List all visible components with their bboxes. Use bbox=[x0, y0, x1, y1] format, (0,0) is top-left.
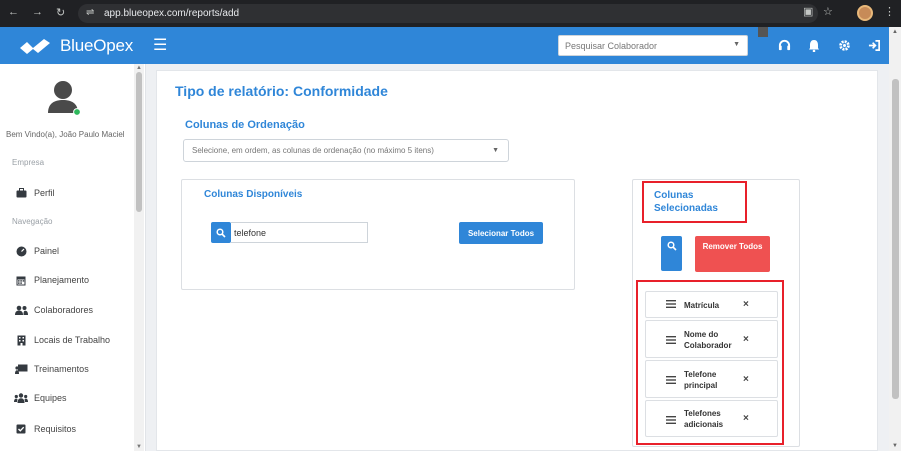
logo-icon bbox=[20, 39, 50, 54]
available-columns-title: Colunas Disponíveis bbox=[204, 189, 303, 200]
browser-toolbar: ← → ↻ ⇌ app.blueopex.com/reports/add ▣ ☆… bbox=[0, 0, 901, 27]
drag-handle-icon[interactable] bbox=[666, 376, 676, 386]
sidebar-item-treinamentos[interactable]: Treinamentos bbox=[14, 361, 89, 377]
selected-column-label: Matrícula bbox=[684, 301, 720, 310]
chevron-down-icon: ▼ bbox=[733, 41, 740, 48]
url-text: app.blueopex.com/reports/add bbox=[104, 8, 240, 19]
sidebar-item-equipes[interactable]: Equipes bbox=[14, 390, 67, 406]
selected-column-item[interactable]: Nome do Colaborador × bbox=[645, 320, 778, 358]
menu-toggle-icon[interactable]: ☰ bbox=[153, 35, 167, 55]
chalkboard-icon bbox=[14, 363, 28, 375]
install-app-icon[interactable]: ▣ bbox=[803, 5, 813, 18]
employee-search-select[interactable]: Pesquisar Colaborador ▼ bbox=[558, 35, 748, 56]
sidebar-item-label: Equipes bbox=[34, 393, 67, 403]
close-icon[interactable]: × bbox=[743, 334, 749, 345]
employee-search-placeholder: Pesquisar Colaborador bbox=[565, 41, 658, 51]
site-info-icon[interactable]: ⇌ bbox=[86, 7, 94, 18]
close-icon[interactable]: × bbox=[743, 413, 749, 424]
sidebar-item-requisitos[interactable]: Requisitos bbox=[14, 421, 76, 437]
logout-icon[interactable] bbox=[866, 37, 882, 53]
chevron-down-icon: ▼ bbox=[492, 147, 499, 154]
back-icon[interactable]: ← bbox=[8, 6, 19, 18]
sidebar-item-colaboradores[interactable]: Colaboradores bbox=[14, 302, 93, 318]
browser-menu-icon[interactable]: ⋮ bbox=[884, 5, 895, 18]
section-label-company: Empresa bbox=[12, 158, 45, 167]
select-all-button[interactable]: Selecionar Todos bbox=[459, 222, 543, 244]
close-icon[interactable]: × bbox=[743, 299, 749, 310]
close-icon[interactable]: × bbox=[743, 374, 749, 385]
selected-column-label: Nome do Colaborador bbox=[684, 330, 732, 350]
calendar-icon bbox=[14, 274, 28, 286]
ordering-section-title: Colunas de Ordenação bbox=[185, 119, 305, 131]
selected-column-label: Telefone principal bbox=[684, 370, 718, 390]
selected-column-label: Telefones adicionais bbox=[684, 409, 724, 429]
selected-columns-title: Colunas Selecionadas bbox=[654, 190, 718, 214]
drag-handle-icon[interactable] bbox=[666, 336, 676, 346]
sidebar-item-painel[interactable]: Painel bbox=[14, 243, 59, 259]
sidebar-scrollbar[interactable]: ▲ ▼ bbox=[134, 64, 144, 451]
selected-column-item[interactable]: Telefones adicionais × bbox=[645, 400, 778, 437]
scroll-up-icon[interactable]: ▲ bbox=[136, 65, 142, 71]
scroll-down-icon[interactable]: ▼ bbox=[892, 443, 898, 449]
sidebar-scroll-thumb[interactable] bbox=[136, 72, 142, 212]
brand-name: BlueOpex bbox=[60, 36, 134, 55]
ordering-columns-select[interactable]: Selecione, em ordem, as colunas de orden… bbox=[183, 139, 509, 162]
reload-icon[interactable]: ↻ bbox=[56, 6, 65, 19]
search-icon[interactable] bbox=[211, 222, 231, 243]
page-scrollbar[interactable]: ▲ ▼ bbox=[889, 27, 901, 451]
briefcase-icon bbox=[14, 187, 28, 199]
drag-handle-icon[interactable] bbox=[666, 300, 676, 310]
selected-column-item[interactable]: Matrícula × bbox=[645, 291, 778, 318]
dashboard-icon bbox=[14, 245, 28, 257]
section-label-navigation: Navegação bbox=[12, 217, 53, 226]
app-header: BlueOpex ☰ Pesquisar Colaborador ▼ bbox=[0, 27, 889, 64]
building-icon bbox=[14, 334, 28, 346]
page-title: Tipo de relatório: Conformidade bbox=[175, 83, 388, 99]
address-bar[interactable]: ⇌ app.blueopex.com/reports/add bbox=[78, 4, 818, 23]
user-avatar-icon bbox=[48, 81, 81, 116]
sidebar-item-label: Colaboradores bbox=[34, 305, 94, 315]
available-columns-search-input[interactable] bbox=[231, 222, 368, 243]
checkbox-icon bbox=[14, 423, 28, 435]
forward-icon[interactable]: → bbox=[32, 6, 43, 18]
sidebar-item-perfil[interactable]: Perfil bbox=[14, 185, 55, 201]
sidebar-item-label: Requisitos bbox=[34, 424, 77, 434]
gear-icon[interactable] bbox=[836, 37, 852, 53]
scroll-up-icon[interactable]: ▲ bbox=[892, 29, 898, 35]
scroll-down-icon[interactable]: ▼ bbox=[136, 444, 142, 450]
ordering-select-placeholder: Selecione, em ordem, as colunas de orden… bbox=[192, 146, 434, 155]
sidebar-item-label: Locais de Trabalho bbox=[34, 335, 111, 345]
drag-handle-icon[interactable] bbox=[666, 416, 676, 426]
team-icon bbox=[14, 392, 28, 404]
bell-icon[interactable] bbox=[806, 37, 822, 53]
sidebar-item-label: Planejamento bbox=[34, 275, 90, 285]
users-icon bbox=[14, 304, 28, 316]
search-icon[interactable] bbox=[661, 236, 682, 271]
header-divider bbox=[758, 27, 768, 37]
headset-icon[interactable] bbox=[776, 37, 792, 53]
sidebar-item-label: Perfil bbox=[34, 188, 55, 198]
sidebar: Bem Vindo(a), João Paulo Maciel Empresa … bbox=[0, 64, 146, 451]
welcome-text: Bem Vindo(a), João Paulo Maciel bbox=[6, 130, 125, 139]
sidebar-item-locais-de-trabalho[interactable]: Locais de Trabalho bbox=[14, 332, 110, 348]
sidebar-item-label: Painel bbox=[34, 246, 60, 256]
page-scroll-thumb[interactable] bbox=[892, 79, 899, 399]
remove-all-button[interactable]: Remover Todos bbox=[695, 236, 770, 272]
profile-avatar[interactable] bbox=[857, 5, 873, 21]
sidebar-item-label: Treinamentos bbox=[34, 364, 89, 374]
selected-column-item[interactable]: Telefone principal × bbox=[645, 360, 778, 398]
sidebar-item-planejamento[interactable]: Planejamento bbox=[14, 272, 89, 288]
bookmark-star-icon[interactable]: ☆ bbox=[823, 5, 833, 18]
